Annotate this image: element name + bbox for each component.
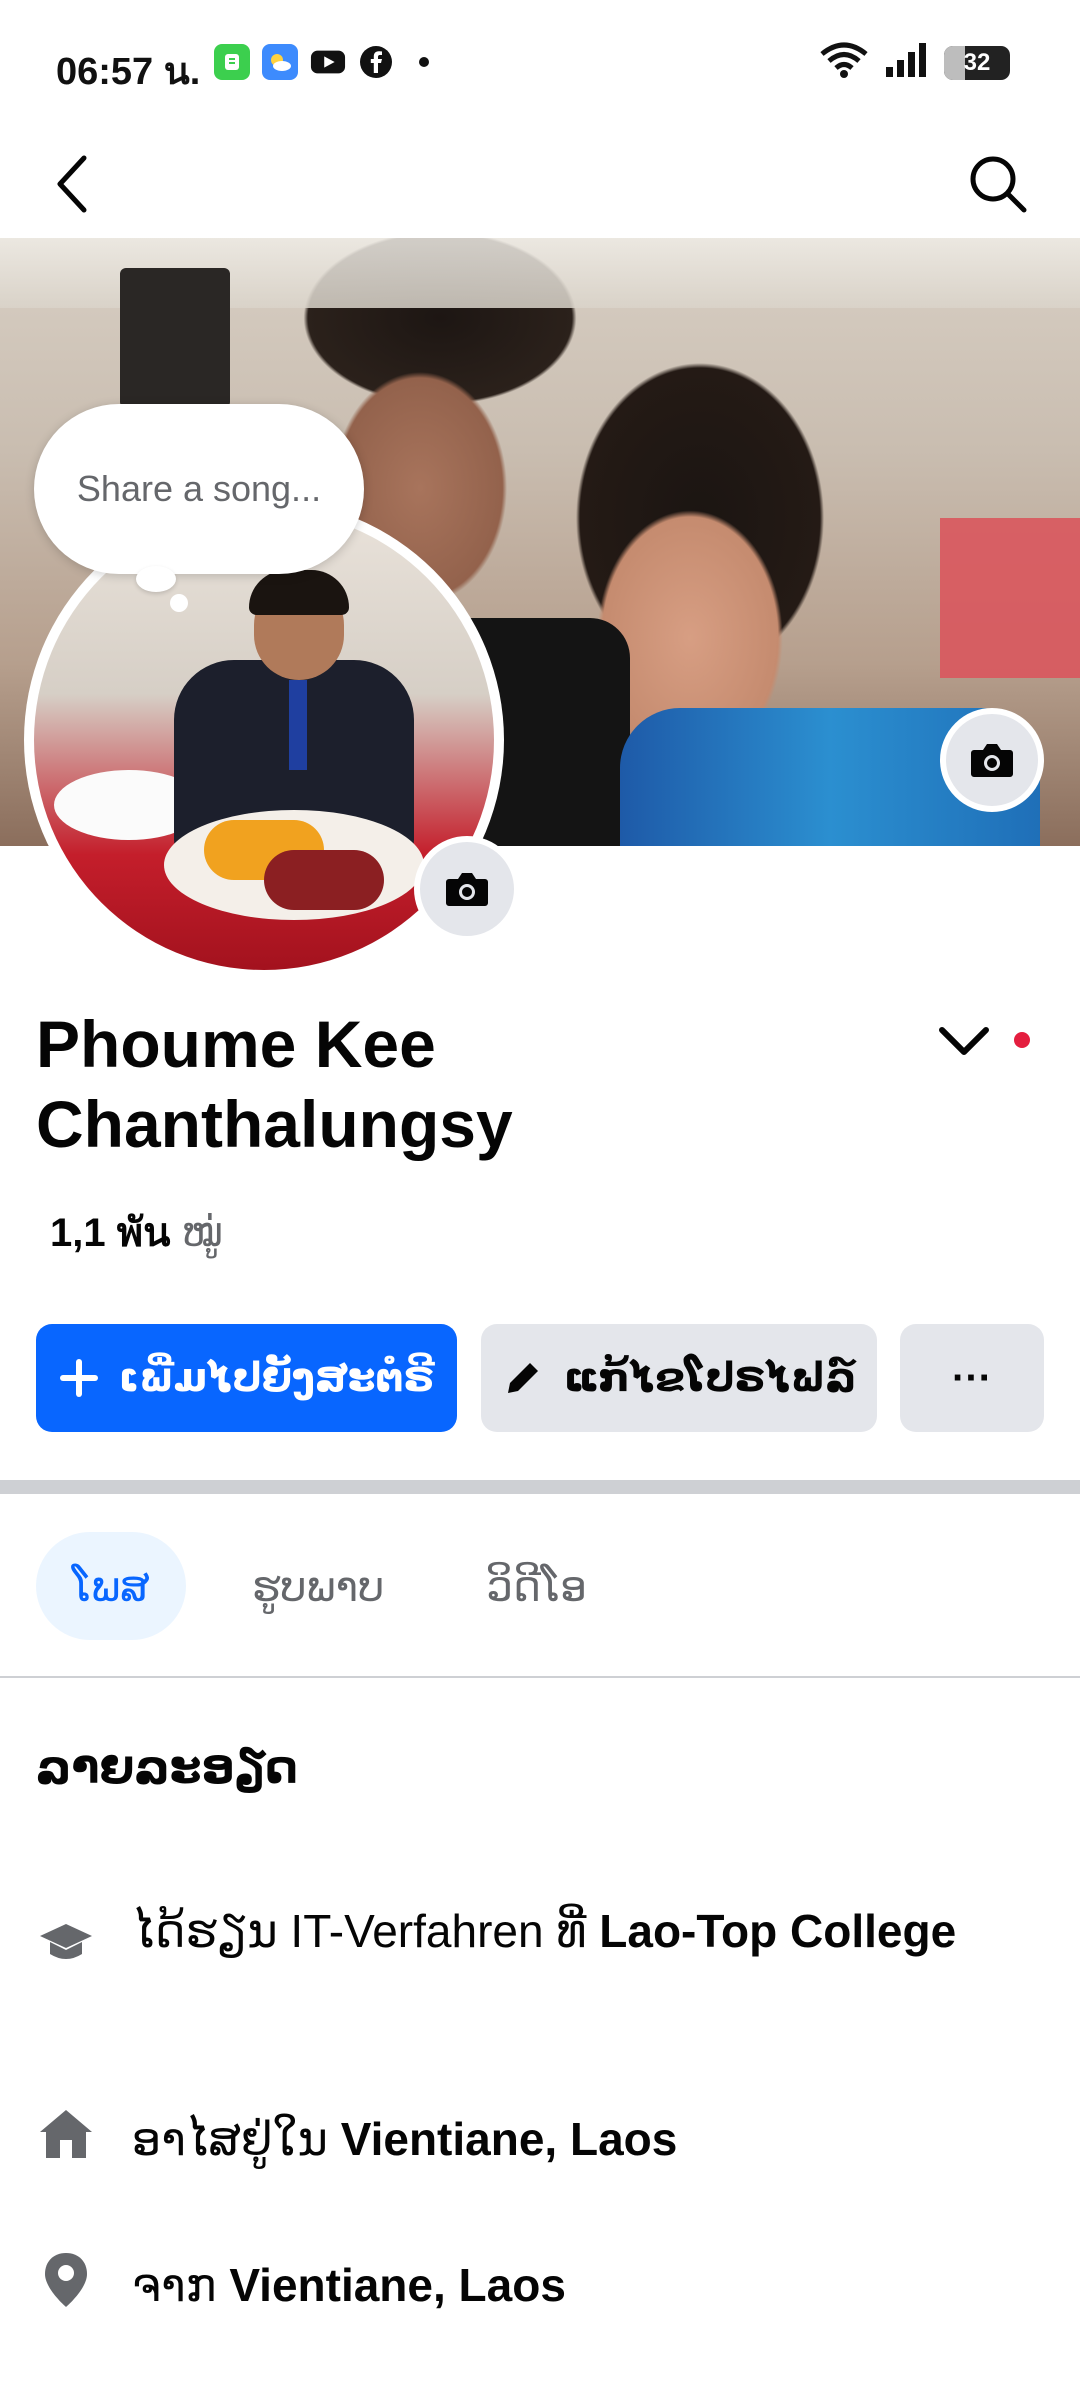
graduation-cap-icon — [36, 1914, 96, 1974]
more-dot-icon — [406, 44, 442, 80]
camera-icon — [971, 744, 1013, 777]
facebook-icon — [358, 44, 394, 80]
lives-place: Vientiane, Laos — [340, 2113, 678, 2165]
cover-table — [940, 518, 1080, 678]
profile-name: Phoume Kee Chanthalungsy — [36, 1007, 513, 1161]
tab-posts[interactable]: ໂພສ — [36, 1532, 186, 1640]
from-place: Vientiane, Laos — [229, 2259, 566, 2311]
notification-icons — [214, 44, 442, 80]
section-divider — [0, 1480, 1080, 1494]
education-school: Lao-Top College — [599, 1905, 957, 1957]
share-song-text: Share a song... — [76, 468, 322, 509]
detail-education[interactable]: ໄດ້ຮຽນ IT-Verfahren ທີ່ Lao-Top College — [36, 1896, 1046, 1974]
avatar-hair — [249, 570, 349, 615]
add-to-story-button[interactable]: ເພີ່ມໄປຍັງສະຕໍຣີ — [36, 1324, 457, 1432]
edit-cover-button[interactable] — [940, 708, 1044, 812]
more-options-button[interactable]: ··· — [900, 1324, 1044, 1432]
bubble-tail-large — [136, 566, 176, 592]
wifi-icon — [818, 40, 870, 85]
messages-app-icon — [214, 44, 250, 80]
lives-prefix: ອາໄສຢູ່ໃນ — [132, 2113, 328, 2165]
profile-page: 06:57 น. 32 Share a song... Phoume Kee C… — [0, 0, 1080, 2400]
search-icon — [970, 156, 1027, 213]
detail-lives-in[interactable]: ອາໄສຢູ່ໃນ Vientiane, Laos — [36, 2104, 1046, 2174]
chevron-down-icon — [939, 1027, 989, 1055]
plus-icon — [59, 1359, 98, 1397]
back-button[interactable] — [40, 142, 104, 226]
camera-icon — [446, 873, 488, 906]
youtube-icon — [310, 44, 346, 80]
top-bar — [0, 130, 1080, 238]
pencil-icon — [507, 1363, 538, 1393]
friends-count-value: 1,1 พัน — [50, 1211, 171, 1255]
signal-icon — [884, 41, 930, 84]
from-prefix: ຈາກ — [132, 2259, 217, 2311]
friends-count-label: ໝູ່ — [181, 1211, 223, 1255]
tab-videos[interactable]: ວິດີໂອ — [450, 1532, 623, 1640]
home-icon — [36, 2104, 96, 2164]
notification-dot — [1014, 1032, 1030, 1048]
bubble-tail-small — [170, 594, 188, 612]
cover-speaker — [120, 268, 230, 408]
status-bar: 06:57 น. 32 — [0, 0, 1080, 120]
more-options-icon: ··· — [952, 1355, 992, 1400]
edit-avatar-button[interactable] — [414, 836, 520, 942]
edit-profile-label: ແກ້ໄຂໂປຣໄຟລ໌ — [563, 1356, 857, 1400]
back-arrow-icon — [57, 155, 87, 213]
share-song-bubble[interactable]: Share a song... — [34, 404, 364, 574]
tab-photos[interactable]: ຮູບພາບ — [216, 1532, 421, 1640]
profile-switch-dropdown[interactable] — [924, 1008, 1004, 1076]
add-to-story-label: ເພີ່ມໄປຍັງສະຕໍຣີ — [118, 1356, 435, 1400]
avatar-fruit-rambutan — [264, 850, 384, 910]
battery-indicator: 32 — [944, 45, 1010, 80]
location-pin-icon — [36, 2250, 96, 2310]
education-prefix: ໄດ້ຮຽນ IT-Verfahren ທີ່ — [132, 1905, 587, 1957]
details-title: ລາຍລະອຽດ — [36, 1741, 299, 1793]
detail-from[interactable]: ຈາກ Vientiane, Laos — [36, 2250, 1046, 2320]
edit-profile-button[interactable]: ແກ້ໄຂໂປຣໄຟລ໌ — [481, 1324, 877, 1432]
avatar-tie — [289, 680, 307, 770]
tabs-divider — [0, 1676, 1080, 1678]
status-time: 06:57 น. — [56, 51, 201, 93]
battery-level: 32 — [963, 48, 991, 76]
search-button[interactable] — [956, 142, 1040, 226]
weather-app-icon — [262, 44, 298, 80]
friends-count[interactable]: 1,1 พัน ໝູ່ — [50, 1200, 223, 1264]
profile-tabs: ໂພສ ຮູບພາບ ວິດີໂອ — [36, 1532, 623, 1640]
system-indicators: 32 — [818, 40, 1010, 85]
